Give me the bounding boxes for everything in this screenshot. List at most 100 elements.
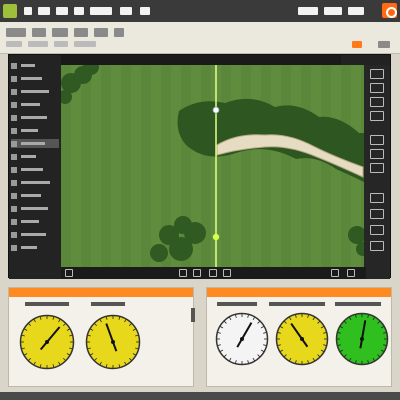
toolbar-button[interactable] — [94, 28, 108, 37]
rotate-icon[interactable] — [370, 111, 384, 121]
viewport-controls — [61, 267, 366, 279]
dashboard-header — [207, 288, 391, 297]
viewport-header — [61, 55, 341, 65]
grid-icon[interactable] — [370, 209, 384, 219]
tool-item[interactable] — [11, 61, 59, 70]
tool-item[interactable] — [11, 204, 59, 213]
toolbar-button[interactable] — [6, 41, 22, 47]
toolbar-button[interactable] — [378, 41, 390, 48]
help-icon[interactable] — [370, 241, 384, 251]
menu-item[interactable] — [348, 7, 364, 15]
grid-icon — [11, 127, 17, 134]
fullscreen-icon[interactable] — [347, 269, 355, 277]
menu-item[interactable] — [140, 7, 150, 15]
tool-label — [21, 90, 49, 93]
gauge-label-bar — [335, 302, 381, 306]
pan-icon[interactable] — [370, 97, 384, 107]
speed-dial-icon — [275, 312, 329, 368]
right-tool-panel — [364, 65, 390, 279]
menu-bar — [0, 0, 400, 22]
panel-handle[interactable] — [191, 308, 195, 322]
zoom-out-icon[interactable] — [370, 83, 384, 93]
tool-item[interactable] — [11, 230, 59, 239]
tool-item[interactable] — [11, 139, 59, 148]
menu-item[interactable] — [324, 7, 342, 15]
tool-item[interactable] — [11, 87, 59, 96]
gauge-label-bar — [269, 302, 325, 306]
marker-icon — [11, 75, 17, 82]
tool-item[interactable] — [11, 165, 59, 174]
menu-item[interactable] — [56, 7, 68, 15]
tool-label — [21, 194, 41, 197]
tool-item[interactable] — [11, 74, 59, 83]
tool-label — [21, 64, 35, 67]
direction-dial-icon — [85, 314, 141, 372]
status-bar — [0, 392, 400, 400]
tool-label — [21, 116, 47, 119]
pin-icon[interactable] — [193, 269, 201, 277]
tool-label — [21, 103, 40, 106]
bunker-icon — [11, 192, 17, 199]
menu-item[interactable] — [74, 7, 84, 15]
tool-label — [21, 77, 42, 80]
toolbar-button[interactable] — [32, 28, 46, 37]
toolbar-button[interactable] — [54, 41, 68, 47]
tool-label — [21, 181, 50, 184]
green-dial-icon — [335, 312, 389, 368]
settings-icon — [11, 231, 17, 238]
ruler-icon — [11, 166, 17, 173]
settings-icon[interactable] — [370, 225, 384, 235]
tool-item[interactable] — [11, 243, 59, 252]
right-dashboard — [206, 287, 392, 387]
layers-icon[interactable] — [370, 135, 384, 145]
play-icon[interactable] — [65, 269, 73, 277]
menu-item[interactable] — [24, 7, 32, 15]
tool-label — [21, 129, 38, 132]
menu-item[interactable] — [38, 7, 50, 15]
info-icon — [11, 244, 17, 251]
orange-action-button[interactable] — [352, 41, 362, 48]
arrow-icon — [11, 62, 17, 69]
camera-icon[interactable] — [370, 193, 384, 203]
tool-label — [21, 246, 37, 249]
app-logo-icon — [3, 4, 17, 18]
slope-dial-icon — [215, 312, 269, 368]
pin-marker — [212, 106, 220, 114]
expand-icon[interactable] — [331, 269, 339, 277]
tool-label — [21, 220, 39, 223]
dashboard-header — [9, 288, 193, 297]
tool-label — [21, 155, 36, 158]
menu-item[interactable] — [298, 7, 318, 15]
next-icon[interactable] — [223, 269, 231, 277]
toolbar-button[interactable] — [6, 28, 26, 37]
toolbar-button[interactable] — [74, 41, 96, 47]
circle-icon — [11, 101, 17, 108]
tool-item[interactable] — [11, 217, 59, 226]
tool-label — [21, 207, 48, 210]
toolbar — [0, 22, 400, 54]
course-map[interactable] — [61, 65, 366, 267]
view-icon[interactable] — [370, 163, 384, 173]
tool-item[interactable] — [11, 126, 59, 135]
toolbar-button[interactable] — [114, 28, 124, 37]
toolbar-button[interactable] — [52, 28, 68, 37]
measure-icon[interactable] — [370, 149, 384, 159]
tool-item[interactable] — [11, 178, 59, 187]
menu-item[interactable] — [120, 7, 132, 15]
power-icon[interactable] — [382, 3, 397, 18]
prev-icon[interactable] — [179, 269, 187, 277]
tool-label — [21, 233, 46, 236]
line-icon — [11, 88, 17, 95]
water-icon — [11, 205, 17, 212]
tool-item[interactable] — [11, 191, 59, 200]
menu-item[interactable] — [90, 7, 112, 15]
toolbar-button[interactable] — [28, 41, 48, 47]
left-tool-panel — [9, 55, 61, 279]
flag-icon[interactable] — [209, 269, 217, 277]
zoom-in-icon[interactable] — [370, 69, 384, 79]
tool-item[interactable] — [11, 152, 59, 161]
tool-item[interactable] — [11, 113, 59, 122]
tool-item[interactable] — [11, 100, 59, 109]
course-viewport — [8, 54, 391, 279]
toolbar-button[interactable] — [74, 28, 88, 37]
